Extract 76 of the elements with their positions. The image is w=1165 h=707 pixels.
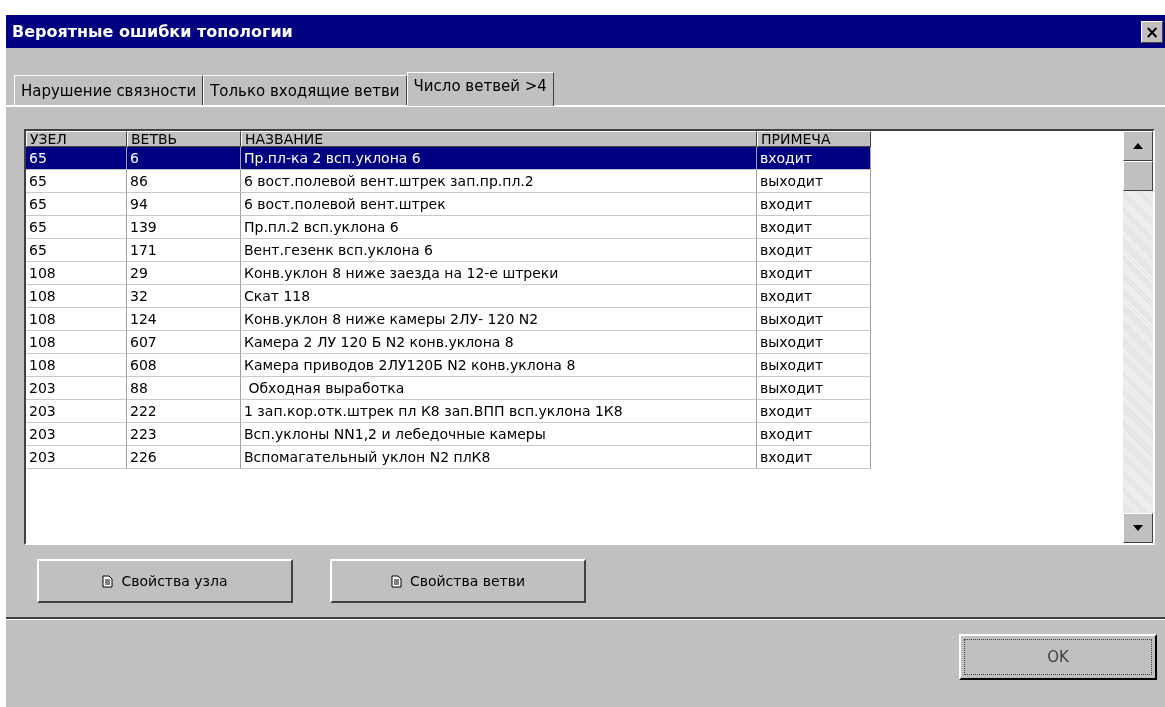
table-cell: Камера 2 ЛУ 120 Б N2 конв.уклона 8 [241, 331, 757, 354]
table-cell: входит [757, 423, 871, 446]
table-cell: Вент.гезенк всп.уклона 6 [241, 239, 757, 262]
table-cell: Конв.уклон 8 ниже заезда на 12-е штреки [241, 262, 757, 285]
scroll-down-button[interactable] [1123, 513, 1153, 543]
table-cell: Скат 118 [241, 285, 757, 308]
table-cell: 94 [127, 193, 241, 216]
table-cell: 226 [127, 446, 241, 469]
table-cell: выходит [757, 331, 871, 354]
table-cell: 124 [127, 308, 241, 331]
table-cell: Вспомагательный уклон N2 плК8 [241, 446, 757, 469]
table-cell: входит [757, 193, 871, 216]
column-header[interactable]: УЗЕЛ [26, 131, 127, 147]
scroll-thumb[interactable] [1123, 161, 1153, 191]
table-cell: Конв.уклон 8 ниже камеры 2ЛУ- 120 N2 [241, 308, 757, 331]
table-cell: выходит [757, 170, 871, 193]
table-cell: 203 [26, 446, 127, 469]
table-cell: входит [757, 147, 871, 170]
table-cell: 139 [127, 216, 241, 239]
table-cell: 65 [26, 239, 127, 262]
close-button[interactable]: × [1141, 20, 1163, 43]
table-cell: входит [757, 239, 871, 262]
table-cell: Пр.пл-ка 2 всп.уклона 6 [241, 147, 757, 170]
table-cell: 32 [127, 285, 241, 308]
table-cell: Камера приводов 2ЛУ120Б N2 конв.уклона 8 [241, 354, 757, 377]
table-cell: 203 [26, 400, 127, 423]
table-cell: 29 [127, 262, 241, 285]
table-cell: 223 [127, 423, 241, 446]
document-icon [390, 574, 402, 588]
table-cell: 6 вост.полевой вент.штрек зап.пр.пл.2 [241, 170, 757, 193]
table-cell: входит [757, 216, 871, 239]
scroll-up-button[interactable] [1123, 131, 1153, 161]
up-arrow-icon [1133, 143, 1143, 149]
table-cell: 88 [127, 377, 241, 400]
scrollbar[interactable] [1123, 131, 1153, 543]
table-cell: 1 зап.кор.отк.штрек пл К8 зап.ВПП всп.уклона 1К8 [241, 400, 757, 423]
table-cell: 108 [26, 285, 127, 308]
table-cell: 65 [26, 147, 127, 170]
table-cell: Пр.пл.2 всп.уклона 6 [241, 216, 757, 239]
table-cell: выходит [757, 354, 871, 377]
table-cell: 6 [127, 147, 241, 170]
table-cell: входит [757, 262, 871, 285]
table-cell: входит [757, 285, 871, 308]
table-cell: 108 [26, 354, 127, 377]
table-cell: Всп.уклоны NN1,2 и лебедочные камеры [241, 423, 757, 446]
document-icon [102, 574, 114, 588]
properties-button[interactable]: Свойства ветви [330, 559, 586, 603]
column-header[interactable]: ПРИМЕЧА [757, 131, 871, 147]
table-cell: 108 [26, 331, 127, 354]
table-cell: 222 [127, 400, 241, 423]
table-cell: 65 [26, 193, 127, 216]
table-cell: входит [757, 400, 871, 423]
table-cell: 65 [26, 170, 127, 193]
table-cell: 171 [127, 239, 241, 262]
table-cell: 65 [26, 216, 127, 239]
table-cell: 203 [26, 377, 127, 400]
tab[interactable]: Нарушение связности [14, 75, 204, 105]
table-cell: выходит [757, 377, 871, 400]
table-cell: 203 [26, 423, 127, 446]
window-title: Вероятные ошибки топологии [12, 22, 293, 41]
table-cell: 6 вост.полевой вент.штрек [241, 193, 757, 216]
column-header[interactable]: НАЗВАНИЕ [241, 131, 757, 147]
table-cell: 607 [127, 331, 241, 354]
tab[interactable]: Число ветвей >4 [406, 72, 554, 106]
table-cell: Обходная выработка [241, 377, 757, 400]
table-cell: 108 [26, 308, 127, 331]
table-cell: выходит [757, 308, 871, 331]
properties-button[interactable]: Свойства узла [37, 559, 293, 603]
ok-button[interactable]: OK [959, 634, 1157, 680]
table-cell: 86 [127, 170, 241, 193]
table-cell: входит [757, 446, 871, 469]
down-arrow-icon [1133, 525, 1143, 531]
table-cell: 108 [26, 262, 127, 285]
column-header[interactable]: ВЕТВЬ [127, 131, 241, 147]
tab[interactable]: Только входящие ветви [203, 75, 407, 105]
table-cell: 608 [127, 354, 241, 377]
